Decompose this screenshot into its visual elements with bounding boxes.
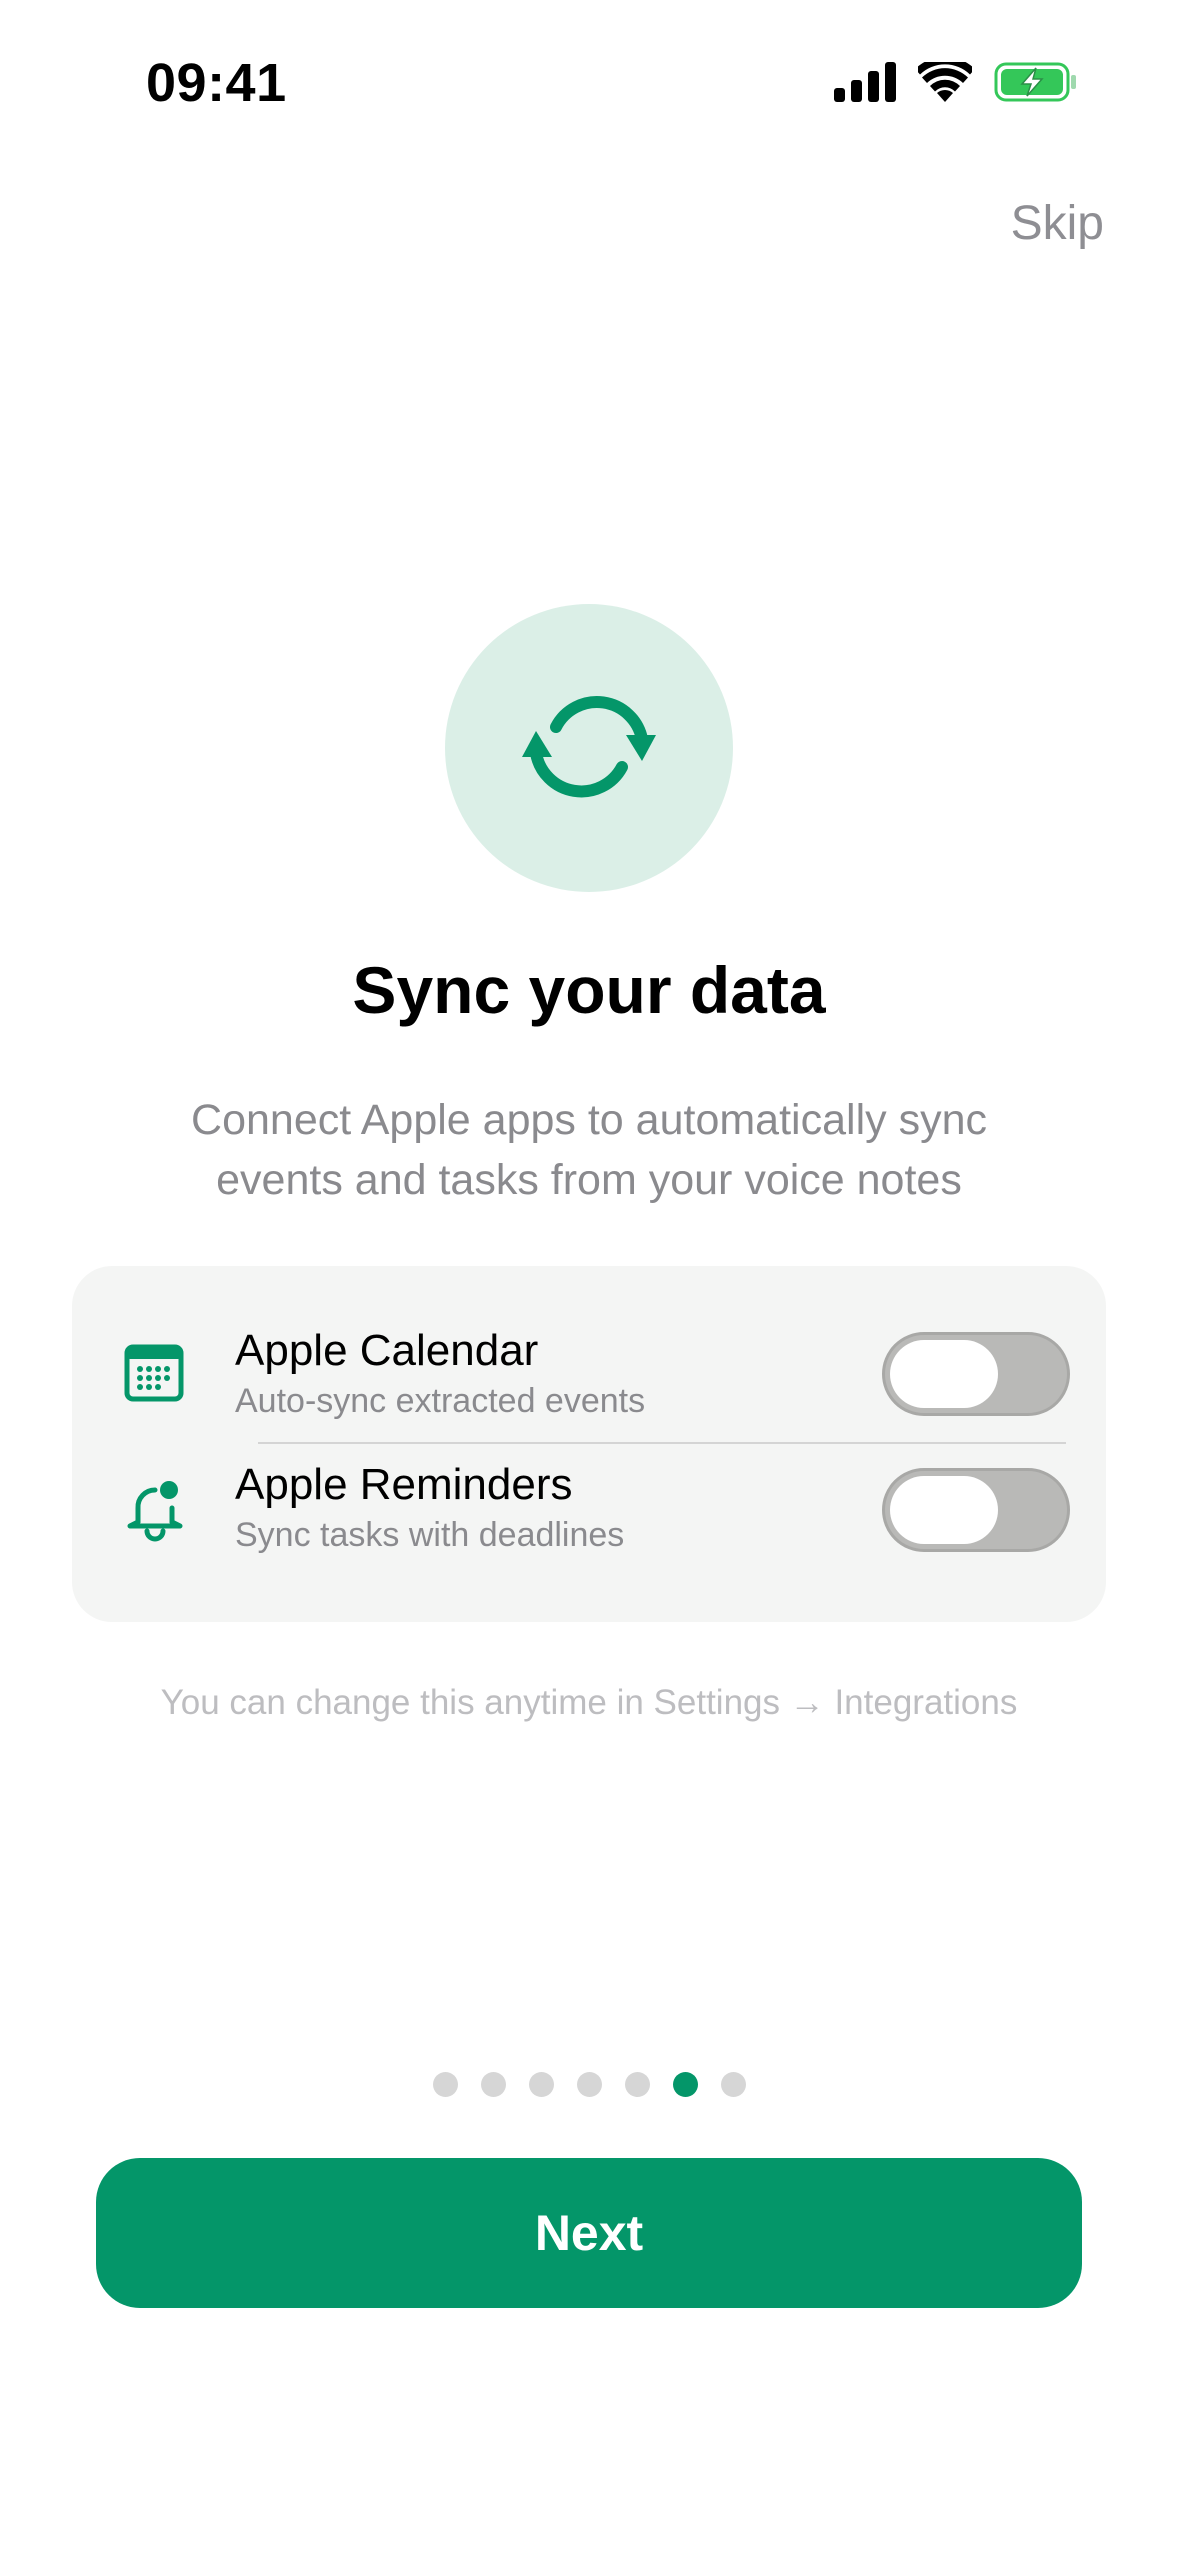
page-dot xyxy=(576,2072,602,2097)
subtitle-line: events and tasks from your voice notes xyxy=(216,1156,962,1204)
battery-charging-icon xyxy=(994,62,1078,107)
sync-icon xyxy=(514,681,664,816)
subtitle-line: Connect Apple apps to automatically sync xyxy=(191,1096,987,1144)
reminders-toggle[interactable] xyxy=(882,1468,1070,1552)
wifi-icon xyxy=(915,56,975,107)
page-dot xyxy=(432,2072,458,2097)
toggle-knob xyxy=(890,1476,998,1544)
status-time: 09:41 xyxy=(146,53,287,113)
page-dot-active xyxy=(672,2072,698,2097)
page-subtitle: Connect Apple apps to automatically sync… xyxy=(100,1090,1078,1210)
status-icons xyxy=(834,56,1078,107)
page-title: Sync your data xyxy=(352,953,826,1027)
page-indicator xyxy=(0,2072,1178,2097)
signal-icon xyxy=(834,62,896,107)
page-dot xyxy=(480,2072,506,2097)
next-button[interactable]: Next xyxy=(96,2158,1082,2308)
integration-label: Apple Reminders xyxy=(235,1460,573,1509)
integration-description: Sync tasks with deadlines xyxy=(235,1516,625,1554)
page-dot xyxy=(720,2072,746,2097)
page-dot xyxy=(528,2072,554,2097)
hero-icon-circle xyxy=(445,604,733,892)
row-divider xyxy=(258,1442,1066,1444)
integration-row-reminders: Apple Reminders Sync tasks with deadline… xyxy=(72,1266,1106,1554)
settings-hint: You can change this anytime in Settings … xyxy=(160,1683,1018,1722)
skip-button[interactable]: Skip xyxy=(1011,196,1104,251)
page-dot xyxy=(624,2072,650,2097)
integrations-card: Apple Calendar Auto-sync extracted event… xyxy=(72,1266,1106,1622)
bell-icon xyxy=(124,1478,186,1547)
